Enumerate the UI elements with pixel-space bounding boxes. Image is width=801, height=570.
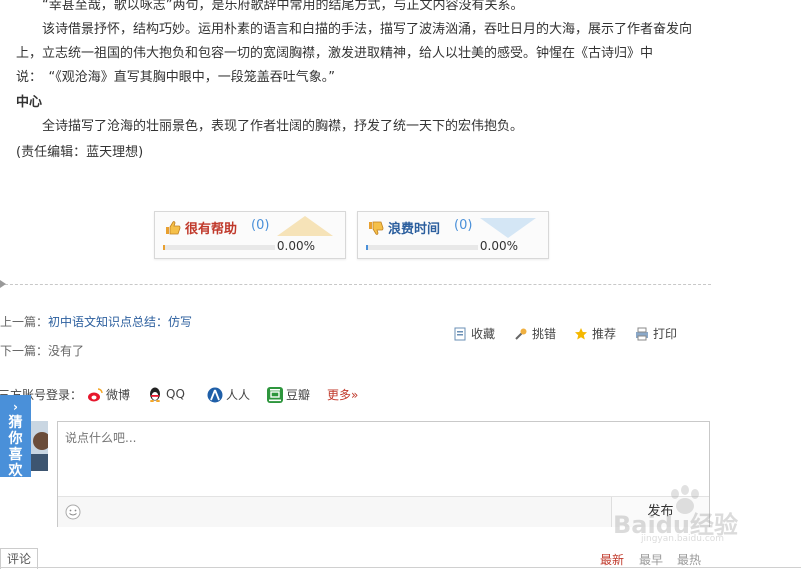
guess-you-like-label: 猜你喜欢: [8, 415, 23, 479]
comment-toolbar: 发布: [58, 496, 709, 527]
tab-comments[interactable]: 评论: [0, 548, 39, 569]
divider-marker-icon: [0, 280, 6, 288]
login-qq-button[interactable]: QQ: [147, 386, 185, 402]
vote-waste-count: (0): [454, 218, 473, 233]
douban-label: 豆瓣: [286, 388, 311, 402]
bookmark-icon: [454, 327, 466, 341]
renren-icon: [207, 387, 223, 403]
prev-label: 上一篇：: [0, 315, 49, 329]
prev-article-link[interactable]: 初中语文知识点总结：仿写: [48, 315, 192, 329]
section-heading: 中心: [16, 95, 43, 110]
correct-label: 挑错: [532, 327, 557, 341]
vote-helpful-label: 很有帮助: [185, 222, 238, 237]
collect-label: 收藏: [471, 327, 496, 341]
watermark-url: jingyan.baidu.com: [641, 534, 725, 544]
thumbs-up-icon: [166, 221, 181, 235]
chevron-right-icon: ›: [13, 400, 18, 414]
correct-button[interactable]: 挑错: [514, 325, 556, 342]
qq-label: QQ: [166, 387, 185, 401]
login-douban-button[interactable]: 豆瓣: [267, 386, 310, 403]
recommend-button[interactable]: 推荐: [574, 325, 616, 342]
sort-earliest[interactable]: 最早: [639, 551, 663, 568]
star-icon: [575, 328, 587, 340]
next-article: 下一篇：没有了: [0, 342, 84, 359]
vote-waste-label: 浪费时间: [388, 222, 441, 237]
printer-icon: [636, 327, 648, 341]
article-paragraph: “幸甚至哉，歌以咏志”两句，是乐府歌辞中常用的结尾方式，与正文内容没有关系。: [42, 0, 524, 13]
comment-input[interactable]: [58, 422, 709, 506]
arrow-up-decoration: [277, 216, 333, 236]
vote-waste-bar: [366, 245, 478, 250]
login-weibo-button[interactable]: 微博: [87, 386, 130, 403]
baidu-jingyan-watermark: Baidu经验 jingyan.baidu.com: [613, 485, 793, 545]
article-paragraph: 该诗借景抒怀，结构巧妙。运用朴素的语言和白描的手法，描写了波涛汹涌，吞吐日月的大…: [16, 22, 693, 85]
weibo-label: 微博: [106, 388, 131, 402]
next-label: 下一篇：: [0, 344, 49, 358]
weibo-icon: [88, 388, 103, 402]
dashed-divider: [0, 284, 711, 285]
douban-icon: [267, 387, 283, 403]
login-renren-button[interactable]: 人人: [207, 386, 250, 403]
sort-hottest[interactable]: 最热: [677, 551, 701, 568]
wrench-icon: [515, 328, 527, 340]
smiley-icon[interactable]: [65, 504, 81, 520]
vote-waste-button[interactable]: 浪费时间 (0) 0.00%: [357, 211, 549, 259]
login-more-link[interactable]: 更多»: [327, 386, 358, 403]
bottom-divider: [0, 567, 801, 568]
prev-article: 上一篇：初中语文知识点总结：仿写: [0, 313, 192, 330]
collect-button[interactable]: 收藏: [453, 325, 495, 342]
vote-helpful-bar: [163, 245, 275, 250]
print-label: 打印: [653, 327, 678, 341]
print-button[interactable]: 打印: [635, 325, 677, 342]
qq-penguin-icon: [150, 387, 160, 402]
avatar: [31, 421, 48, 471]
recommend-label: 推荐: [592, 327, 617, 341]
vote-helpful-percent: 0.00%: [276, 239, 315, 253]
thumbs-down-icon: [369, 221, 384, 235]
vote-waste-percent: 0.00%: [479, 239, 518, 253]
vote-helpful-button[interactable]: 很有帮助 (0) 0.00%: [154, 211, 346, 259]
vote-helpful-count: (0): [251, 218, 270, 233]
guess-you-like-tab[interactable]: › 猜你喜欢: [0, 395, 31, 479]
sort-latest[interactable]: 最新: [600, 551, 624, 568]
editor-credit: (责任编辑：蓝天理想): [16, 145, 144, 160]
arrow-down-decoration: [480, 218, 536, 238]
renren-label: 人人: [226, 388, 251, 402]
article-paragraph: 全诗描写了沧海的壮丽景色，表现了作者壮阔的胸襟，抒发了统一天下的宏伟抱负。: [42, 119, 524, 134]
next-article-text: 没有了: [48, 344, 85, 358]
